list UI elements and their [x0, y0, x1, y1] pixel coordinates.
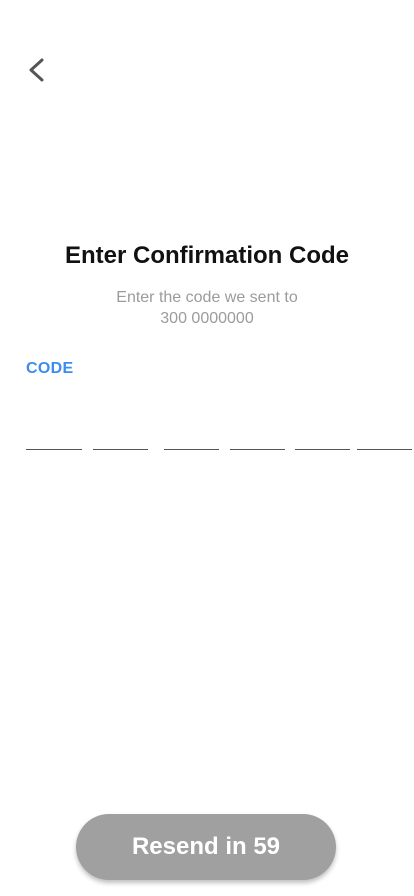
instruction-line: Enter the code we sent to [116, 289, 298, 306]
code-digit-4[interactable] [230, 415, 285, 450]
code-digit-6[interactable] [357, 415, 412, 450]
page-title: Enter Confirmation Code [64, 242, 349, 269]
code-digit-5[interactable] [295, 415, 350, 450]
instruction-text: Enter the code we sent to 300 0000000 [0, 287, 414, 329]
code-digit-3[interactable] [164, 415, 219, 450]
resend-button[interactable]: Resend in 59 [76, 814, 336, 880]
phone-number: 300 0000000 [160, 310, 254, 327]
code-digit-1[interactable] [26, 415, 82, 450]
code-digit-2[interactable] [93, 415, 148, 450]
back-button[interactable] [18, 54, 54, 90]
code-label: CODE [26, 360, 74, 377]
chevron-left-icon [25, 56, 47, 89]
